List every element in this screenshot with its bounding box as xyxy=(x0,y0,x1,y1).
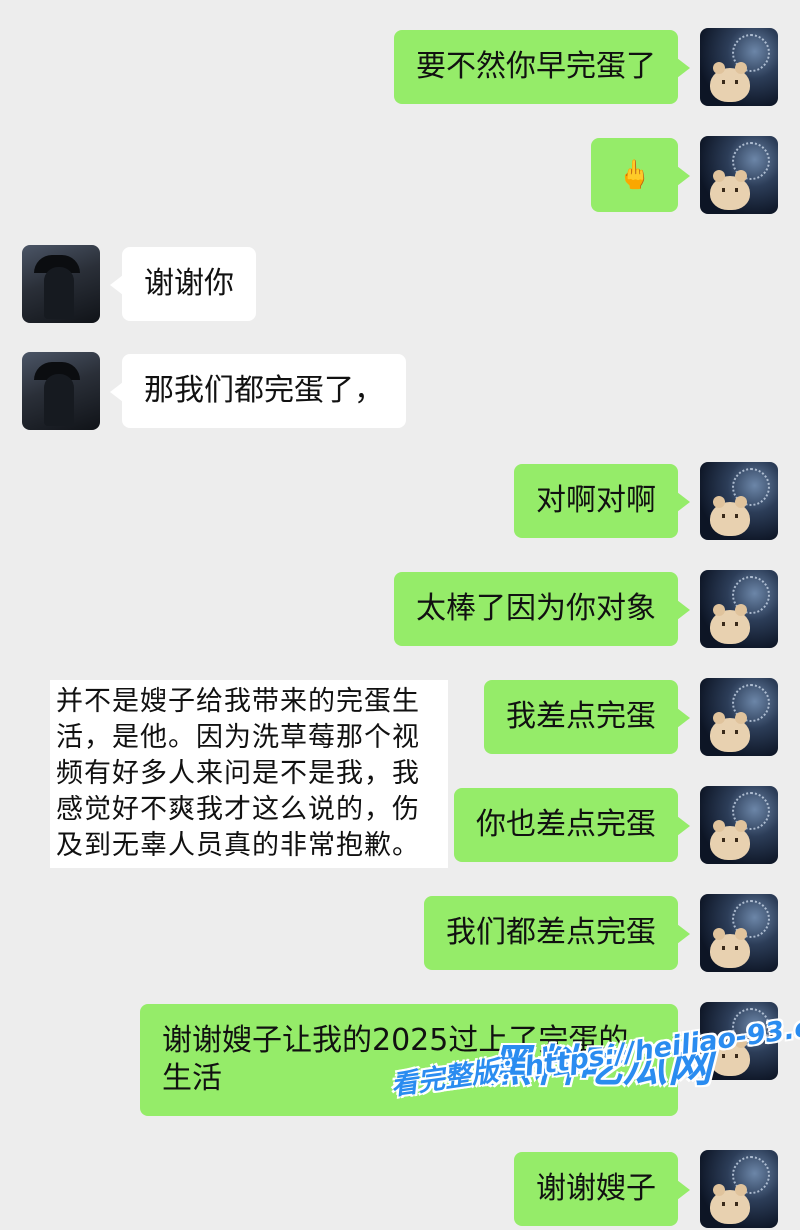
message-row: 🖕 xyxy=(0,136,800,216)
bear-eyes xyxy=(722,514,738,518)
bear-figure xyxy=(710,820,750,860)
avatar[interactable] xyxy=(700,136,778,214)
bear-figure xyxy=(710,170,750,210)
avatar[interactable] xyxy=(700,1150,778,1228)
avatar[interactable] xyxy=(22,352,100,430)
bear-figure xyxy=(710,928,750,968)
person-figure xyxy=(44,374,74,426)
avatar[interactable] xyxy=(700,786,778,864)
bear-eyes xyxy=(722,946,738,950)
message-row: 要不然你早完蛋了 xyxy=(0,28,800,108)
bear-eyes xyxy=(722,1202,738,1206)
message-row: 那我们都完蛋了， xyxy=(0,352,800,432)
message-bubble[interactable]: 谢谢嫂子 xyxy=(514,1152,690,1226)
bear-figure xyxy=(710,604,750,644)
avatar[interactable] xyxy=(22,245,100,323)
message-bubble[interactable]: 要不然你早完蛋了 xyxy=(394,30,690,104)
bear-figure xyxy=(710,712,750,752)
emoji-message-bubble[interactable]: 🖕 xyxy=(591,138,690,212)
avatar[interactable] xyxy=(700,462,778,540)
avatar[interactable] xyxy=(700,570,778,648)
bear-eyes xyxy=(722,188,738,192)
bear-figure xyxy=(710,62,750,102)
message-bubble[interactable]: 谢谢你 xyxy=(110,247,256,321)
bear-eyes xyxy=(722,80,738,84)
message-row: 谢谢嫂子 xyxy=(0,1150,800,1230)
message-bubble[interactable]: 太棒了因为你对象 xyxy=(394,572,690,646)
bear-figure xyxy=(710,1184,750,1224)
message-bubble[interactable]: 对啊对啊 xyxy=(514,464,690,538)
avatar[interactable] xyxy=(700,678,778,756)
message-bubble[interactable]: 我差点完蛋 xyxy=(484,680,690,754)
message-row: 我们都差点完蛋 xyxy=(0,894,800,974)
avatar[interactable] xyxy=(700,894,778,972)
message-row: 对啊对啊 xyxy=(0,462,800,542)
bear-eyes xyxy=(722,838,738,842)
message-bubble[interactable]: 你也差点完蛋 xyxy=(454,788,690,862)
message-bubble[interactable]: 我们都差点完蛋 xyxy=(424,896,690,970)
message-bubble[interactable]: 那我们都完蛋了， xyxy=(110,354,406,428)
bear-eyes xyxy=(722,622,738,626)
bear-eyes xyxy=(722,730,738,734)
bear-figure xyxy=(710,496,750,536)
message-row: 太棒了因为你对象 xyxy=(0,570,800,650)
caption-overlay: 并不是嫂子给我带来的完蛋生活，是他。因为洗草莓那个视频有好多人来问是不是我，我感… xyxy=(50,680,448,868)
person-figure xyxy=(44,267,74,319)
avatar[interactable] xyxy=(700,28,778,106)
message-row: 谢谢你 xyxy=(0,245,800,325)
